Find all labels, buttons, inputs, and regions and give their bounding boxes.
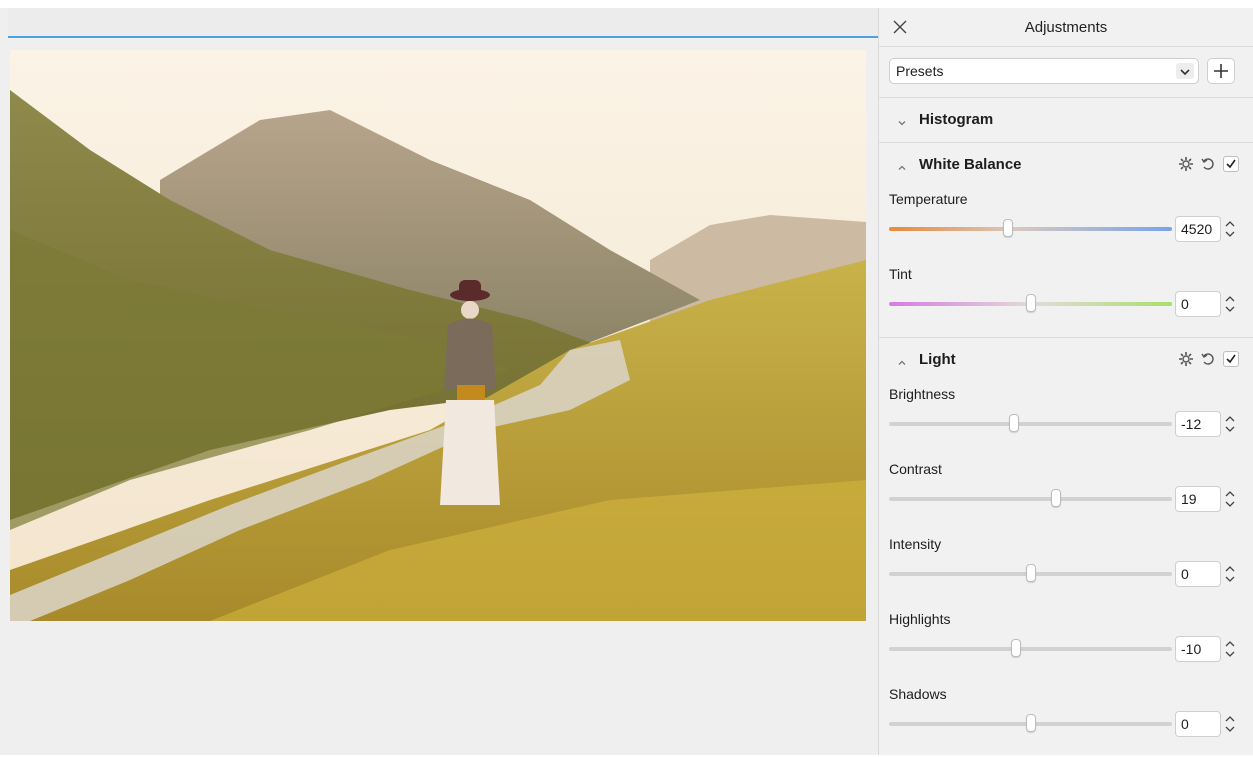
contrast-thumb[interactable] xyxy=(1050,489,1061,507)
chevron-down-icon xyxy=(897,115,907,126)
stepper-icon[interactable] xyxy=(1223,411,1237,437)
gear-icon[interactable] xyxy=(1177,155,1195,173)
slider-highlights: Highlights -10 xyxy=(879,607,1253,682)
stepper-icon[interactable] xyxy=(1223,216,1237,242)
chevron-up-icon xyxy=(897,160,907,170)
intensity-value-field[interactable]: 0 xyxy=(1175,561,1221,587)
presets-selected-value: Presets xyxy=(896,63,944,79)
gear-icon[interactable] xyxy=(1177,350,1195,368)
tint-value-field[interactable]: 0 xyxy=(1175,291,1221,317)
slider-label: Contrast xyxy=(889,461,942,477)
plus-icon xyxy=(1214,64,1228,78)
presets-row: Presets xyxy=(879,47,1253,98)
section-white-balance[interactable]: White Balance xyxy=(879,143,1253,187)
slider-label: Highlights xyxy=(889,611,951,627)
checkmark-icon[interactable] xyxy=(1223,156,1239,172)
slider-brightness: Brightness -12 xyxy=(879,382,1253,457)
chevron-up-icon xyxy=(897,355,907,365)
highlights-track[interactable] xyxy=(889,639,1172,657)
canvas-toolbar-strip xyxy=(8,8,878,36)
contrast-value-field[interactable]: 19 xyxy=(1175,486,1221,512)
contrast-track[interactable] xyxy=(889,489,1172,507)
slider-label: Brightness xyxy=(889,386,956,402)
highlights-value-field[interactable]: -10 xyxy=(1175,636,1221,662)
stepper-icon[interactable] xyxy=(1223,486,1237,512)
brightness-thumb[interactable] xyxy=(1008,414,1019,432)
section-title-light: Light xyxy=(919,351,956,368)
photo-image xyxy=(10,50,866,621)
presets-dropdown[interactable]: Presets xyxy=(889,58,1199,84)
reset-icon[interactable] xyxy=(1199,350,1217,368)
brightness-value-field[interactable]: -12 xyxy=(1175,411,1221,437)
shadows-value-field[interactable]: 0 xyxy=(1175,711,1221,737)
temperature-track[interactable] xyxy=(889,219,1172,237)
temperature-value-field[interactable]: 4520 xyxy=(1175,216,1221,242)
checkmark-icon[interactable] xyxy=(1223,351,1239,367)
chevron-down-icon xyxy=(1176,63,1194,79)
section-tools xyxy=(1159,155,1239,175)
highlights-thumb[interactable] xyxy=(1011,639,1022,657)
section-tools xyxy=(1159,350,1239,370)
stepper-icon[interactable] xyxy=(1223,711,1237,737)
slider-label: Temperature xyxy=(889,191,968,207)
reset-icon[interactable] xyxy=(1199,155,1217,173)
brightness-track[interactable] xyxy=(889,414,1172,432)
add-preset-button[interactable] xyxy=(1207,58,1235,84)
shadows-thumb[interactable] xyxy=(1025,714,1036,732)
slider-contrast: Contrast 19 xyxy=(879,457,1253,532)
section-light[interactable]: Light xyxy=(879,338,1253,382)
selection-accent-line xyxy=(8,36,878,38)
window-top-strip xyxy=(0,0,1253,8)
image-canvas[interactable] xyxy=(0,8,878,755)
slider-tint: Tint 0 xyxy=(879,262,1253,337)
section-title-white-balance: White Balance xyxy=(919,156,1022,173)
slider-intensity: Intensity 0 xyxy=(879,532,1253,607)
section-histogram[interactable]: Histogram xyxy=(879,98,1253,143)
slider-label: Intensity xyxy=(889,536,942,552)
section-title-histogram: Histogram xyxy=(919,111,994,128)
tint-track[interactable] xyxy=(889,294,1172,312)
temperature-thumb[interactable] xyxy=(1002,219,1013,237)
slider-shadows: Shadows 0 xyxy=(879,682,1253,757)
photo[interactable] xyxy=(10,50,866,621)
adjustments-panel: Adjustments Presets Histogram White Bala… xyxy=(878,8,1253,755)
stepper-icon[interactable] xyxy=(1223,561,1237,587)
stepper-icon[interactable] xyxy=(1223,636,1237,662)
stepper-icon[interactable] xyxy=(1223,291,1237,317)
tint-thumb[interactable] xyxy=(1025,294,1036,312)
intensity-track[interactable] xyxy=(889,564,1172,582)
slider-temperature: Temperature 4520 xyxy=(879,187,1253,262)
slider-label: Tint xyxy=(889,266,912,282)
intensity-thumb[interactable] xyxy=(1025,564,1036,582)
shadows-track[interactable] xyxy=(889,714,1172,732)
slider-label: Shadows xyxy=(889,686,947,702)
panel-title: Adjustments xyxy=(1024,19,1108,36)
panel-header: Adjustments xyxy=(879,8,1253,47)
